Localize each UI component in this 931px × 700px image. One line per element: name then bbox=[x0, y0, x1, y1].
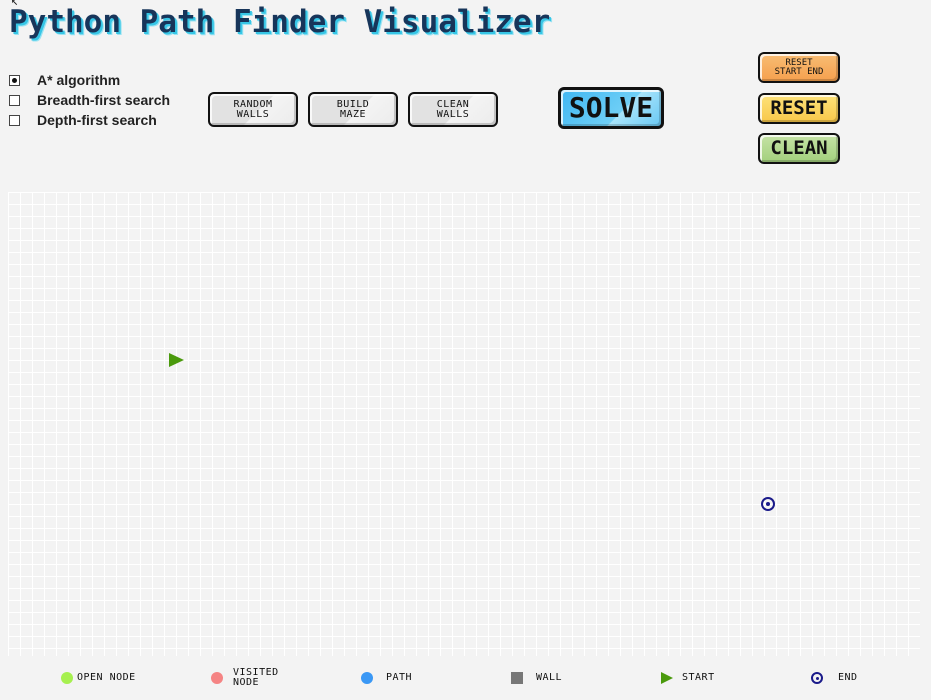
button-label-line2: MAZE bbox=[339, 108, 367, 120]
button-label-line1: RANDOM bbox=[233, 98, 273, 110]
page-title: Python Path Finder Visualizer bbox=[9, 4, 551, 40]
reset-start-end-button[interactable]: RESET START END bbox=[758, 52, 840, 83]
legend-label: WALL bbox=[536, 672, 563, 683]
button-label-line1: CLEAN bbox=[436, 98, 470, 110]
legend-label-block: VISITED NODE bbox=[233, 668, 279, 688]
algorithm-label: Breadth-first search bbox=[37, 92, 171, 108]
button-label-line1: BUILD bbox=[336, 98, 370, 110]
clean-button[interactable]: CLEAN bbox=[758, 133, 840, 164]
legend-label: END bbox=[838, 672, 858, 683]
end-marker-icon[interactable] bbox=[761, 497, 775, 511]
legend-end: END bbox=[811, 666, 858, 690]
algorithm-option-dfs[interactable]: Depth-first search bbox=[9, 110, 170, 130]
clean-walls-button[interactable]: CLEAN WALLS bbox=[408, 92, 498, 127]
legend-path: PATH bbox=[361, 666, 412, 690]
legend-visited-node: VISITED NODE bbox=[211, 666, 279, 690]
build-maze-button[interactable]: BUILD MAZE bbox=[308, 92, 398, 127]
button-label-line2: WALLS bbox=[236, 108, 270, 120]
wall-square-icon bbox=[511, 672, 523, 684]
solve-button[interactable]: SOLVE bbox=[558, 87, 664, 129]
legend-label: NODE bbox=[233, 677, 260, 688]
legend-label: PATH bbox=[386, 672, 413, 683]
legend-open-node: OPEN NODE bbox=[61, 666, 136, 690]
algorithm-option-bfs[interactable]: Breadth-first search bbox=[9, 90, 170, 110]
legend-label: OPEN NODE bbox=[77, 672, 136, 683]
button-label-line2: START END bbox=[774, 66, 824, 77]
path-dot-icon bbox=[361, 672, 373, 684]
reset-button[interactable]: RESET bbox=[758, 93, 840, 124]
radio-selected-icon[interactable] bbox=[9, 74, 20, 86]
open-node-dot-icon bbox=[61, 672, 73, 684]
legend-wall: WALL bbox=[511, 666, 562, 690]
end-target-icon bbox=[811, 672, 823, 684]
algorithm-label: Depth-first search bbox=[37, 112, 157, 128]
random-walls-button[interactable]: RANDOM WALLS bbox=[208, 92, 298, 127]
radio-unselected-icon[interactable] bbox=[9, 94, 20, 106]
start-triangle-icon bbox=[661, 672, 673, 684]
path-grid[interactable] bbox=[8, 192, 920, 656]
radio-unselected-icon[interactable] bbox=[9, 114, 20, 126]
algorithm-selector: A* algorithm Breadth-first search Depth-… bbox=[9, 70, 170, 130]
legend-label: START bbox=[682, 672, 715, 683]
button-label-line2: WALLS bbox=[436, 108, 470, 120]
algorithm-option-astar[interactable]: A* algorithm bbox=[9, 70, 170, 90]
legend-start: START bbox=[661, 666, 715, 690]
visited-node-dot-icon bbox=[211, 672, 223, 684]
start-marker-icon[interactable] bbox=[169, 353, 184, 367]
algorithm-label: A* algorithm bbox=[37, 72, 121, 88]
legend: OPEN NODE VISITED NODE PATH WALL START E… bbox=[0, 666, 931, 690]
